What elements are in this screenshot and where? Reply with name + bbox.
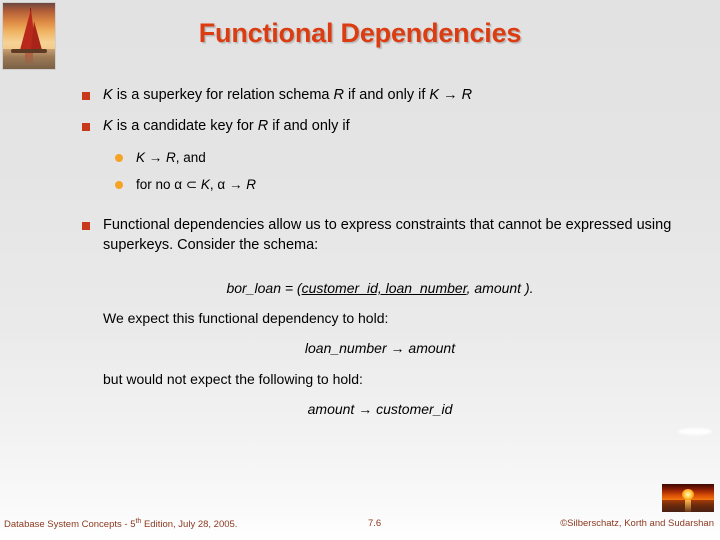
schema-line: bor_loan = (customer_id, loan_number, am… [0, 279, 720, 297]
square-bullet-icon [82, 123, 90, 132]
text-segment: , amount ). [466, 280, 534, 297]
bullet-item: Functional dependencies allow us to expr… [0, 216, 720, 255]
slide: Functional Dependencies K is a superkey … [0, 0, 720, 540]
text-segment: α ⊂ [174, 176, 201, 192]
text-segment: bor_loan = ( [226, 280, 302, 297]
bullet-text: Functional dependencies allow us to expr… [103, 216, 673, 255]
text-segment: R [246, 176, 256, 192]
circle-bullet-icon [115, 153, 123, 162]
text-segment: K [200, 176, 210, 192]
text-segment: customer_id [376, 400, 453, 417]
slide-title: Functional Dependencies [198, 18, 522, 48]
sailboat-reflection [25, 53, 33, 65]
text-segment: R [333, 87, 344, 103]
sailboat-photo [2, 2, 56, 70]
sunset-photo [662, 484, 714, 512]
sub-bullet-text: K → R, and [136, 149, 206, 167]
text-segment: if and only if [343, 87, 430, 103]
text-segment: → [439, 87, 462, 103]
bullet-item: K is a superkey for relation schema R if… [0, 86, 720, 105]
text-segment: K [103, 87, 113, 103]
sun-icon [682, 489, 694, 501]
sub-bullet-item: for no α ⊂ K, α → R [0, 176, 720, 194]
text-segment: for no [136, 176, 175, 192]
text-segment: amount [307, 400, 355, 417]
fd-holds-line: loan_number → amount [0, 339, 720, 357]
bullet-text: K is a candidate key for R if and only i… [103, 117, 350, 136]
text-segment: → [354, 400, 377, 417]
not-expect-line: but would not expect the following to ho… [0, 370, 720, 388]
background-artifact [678, 428, 712, 435]
text-segment: , and [175, 149, 206, 165]
slide-body: K is a superkey for relation schema R if… [0, 86, 720, 418]
text-segment: K [429, 87, 440, 103]
page-number: 7.6 [368, 518, 382, 529]
text-segment: is a superkey for relation schema [112, 87, 334, 103]
text-segment: → [145, 149, 167, 165]
sub-bullet-text: for no α ⊂ K, α → R [136, 176, 256, 194]
slide-footer: Database System Concepts - 5th Edition, … [0, 510, 720, 540]
footer-source-prefix: Database System Concepts - 5 [4, 519, 136, 531]
square-bullet-icon [82, 222, 90, 231]
bullet-item: K is a candidate key for R if and only i… [0, 117, 720, 136]
square-bullet-icon [82, 92, 90, 100]
text-segment: amount [408, 340, 456, 357]
footer-source: Database System Concepts - 5th Edition, … [4, 518, 237, 530]
circle-bullet-icon [115, 180, 123, 189]
text-segment: is a candidate key for [112, 118, 258, 135]
footer-source-suffix: Edition, July 28, 2005. [141, 519, 238, 531]
text-segment: K [103, 118, 113, 135]
text-segment: , α → [209, 176, 247, 192]
text-segment: if and only if [268, 118, 350, 135]
text-segment: loan_number [304, 340, 387, 357]
sub-bullet-item: K → R, and [0, 149, 720, 167]
text-segment: R [257, 118, 269, 135]
bullet-text: K is a superkey for relation schema R if… [103, 86, 472, 105]
text-segment: We expect this functional dependency to … [103, 310, 389, 327]
expect-line: We expect this functional dependency to … [0, 309, 720, 327]
text-segment: R [461, 87, 473, 103]
text-segment: Functional dependencies allow us to expr… [103, 217, 672, 253]
text-segment: K [136, 149, 146, 165]
sailboat-jib-icon [31, 21, 42, 50]
text-segment: → [386, 340, 409, 357]
footer-copyright: ©Silberschatz, Korth and Sudarshan [560, 518, 714, 529]
fd-not-holds-line: amount → customer_id [0, 400, 720, 418]
text-segment: R [166, 149, 176, 165]
text-segment: but would not expect the following to ho… [103, 370, 363, 387]
text-segment: customer_id, loan_number [301, 280, 467, 297]
